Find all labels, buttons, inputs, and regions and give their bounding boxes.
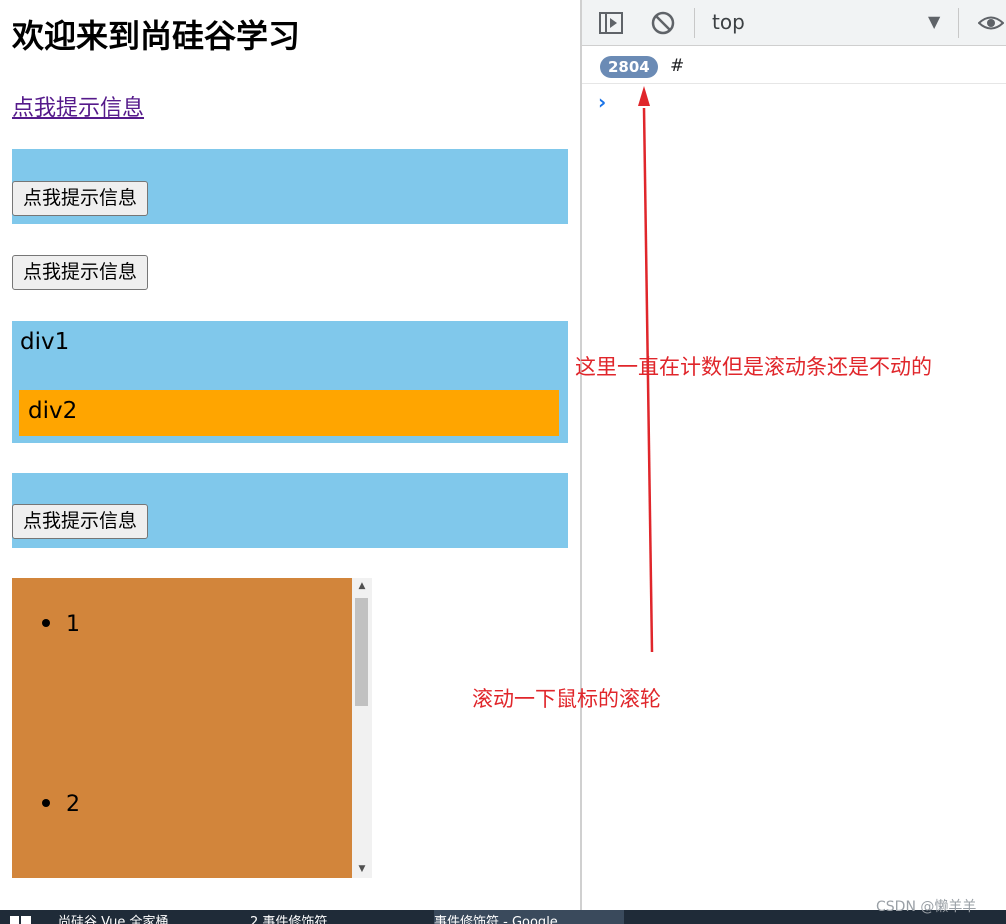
list-item: 2	[42, 792, 80, 817]
div2-label: div2	[28, 398, 78, 424]
prompt-button-1[interactable]: 点我提示信息	[12, 181, 149, 216]
taskbar-item-3[interactable]: 事件修饰符 - Google ...	[434, 910, 624, 924]
clear-console-icon[interactable]	[650, 10, 676, 36]
taskbar-item-1[interactable]: 尚硅谷 Vue 全家桶 ...	[58, 910, 185, 924]
browser-page: 欢迎来到尚硅谷学习 点我提示信息 点我提示信息 点我提示信息 div1 div2…	[0, 0, 580, 910]
devtools-panel: top ▼ 2804 # ›	[580, 0, 1006, 910]
sidebar-toggle-icon[interactable]	[598, 10, 624, 36]
toolbar-divider	[694, 8, 695, 38]
scroll-down-arrow-icon[interactable]: ▼	[352, 861, 372, 878]
dropdown-arrow-icon[interactable]: ▼	[928, 12, 940, 31]
eye-icon[interactable]	[978, 10, 1004, 36]
annotation-note-top: 这里一直在计数但是滚动条还是不动的	[575, 355, 932, 379]
div1-label: div1	[20, 329, 70, 355]
taskbar-item-2[interactable]: 2 事件修饰符 ...	[250, 910, 344, 924]
div2-box[interactable]: div2	[19, 390, 559, 436]
windows-taskbar: 尚硅谷 Vue 全家桶 ... 2 事件修饰符 ... 事件修饰符 - Goog…	[0, 910, 1006, 924]
bullet-icon	[42, 619, 50, 627]
bullet-icon	[42, 799, 50, 807]
repeat-count-badge: 2804	[600, 56, 658, 78]
console-prompt-chevron-icon[interactable]: ›	[598, 90, 606, 114]
watermark: CSDN @懒羊羊	[876, 899, 977, 915]
toolbar-divider	[958, 8, 959, 38]
list-item: 1	[42, 612, 80, 637]
scrollable-list[interactable]: 1 2	[12, 578, 352, 878]
prompt-link[interactable]: 点我提示信息	[12, 90, 144, 122]
scrollbar-thumb[interactable]	[355, 598, 368, 706]
context-selector[interactable]: top	[712, 10, 745, 34]
console-log-row: 2804 #	[582, 47, 1006, 84]
scroll-up-arrow-icon[interactable]: ▲	[352, 578, 372, 595]
windows-start-icon[interactable]	[10, 914, 32, 924]
prompt-button-2[interactable]: 点我提示信息	[12, 255, 149, 290]
div1-box[interactable]: div1 div2	[12, 321, 568, 443]
log-message: #	[670, 56, 685, 76]
prompt-button-3[interactable]: 点我提示信息	[12, 504, 149, 539]
page-title: 欢迎来到尚硅谷学习	[12, 17, 301, 55]
annotation-note-bottom: 滚动一下鼠标的滚轮	[472, 687, 661, 711]
list-scrollbar[interactable]: ▲ ▼	[352, 578, 372, 878]
console-toolbar: top ▼	[582, 0, 1006, 46]
